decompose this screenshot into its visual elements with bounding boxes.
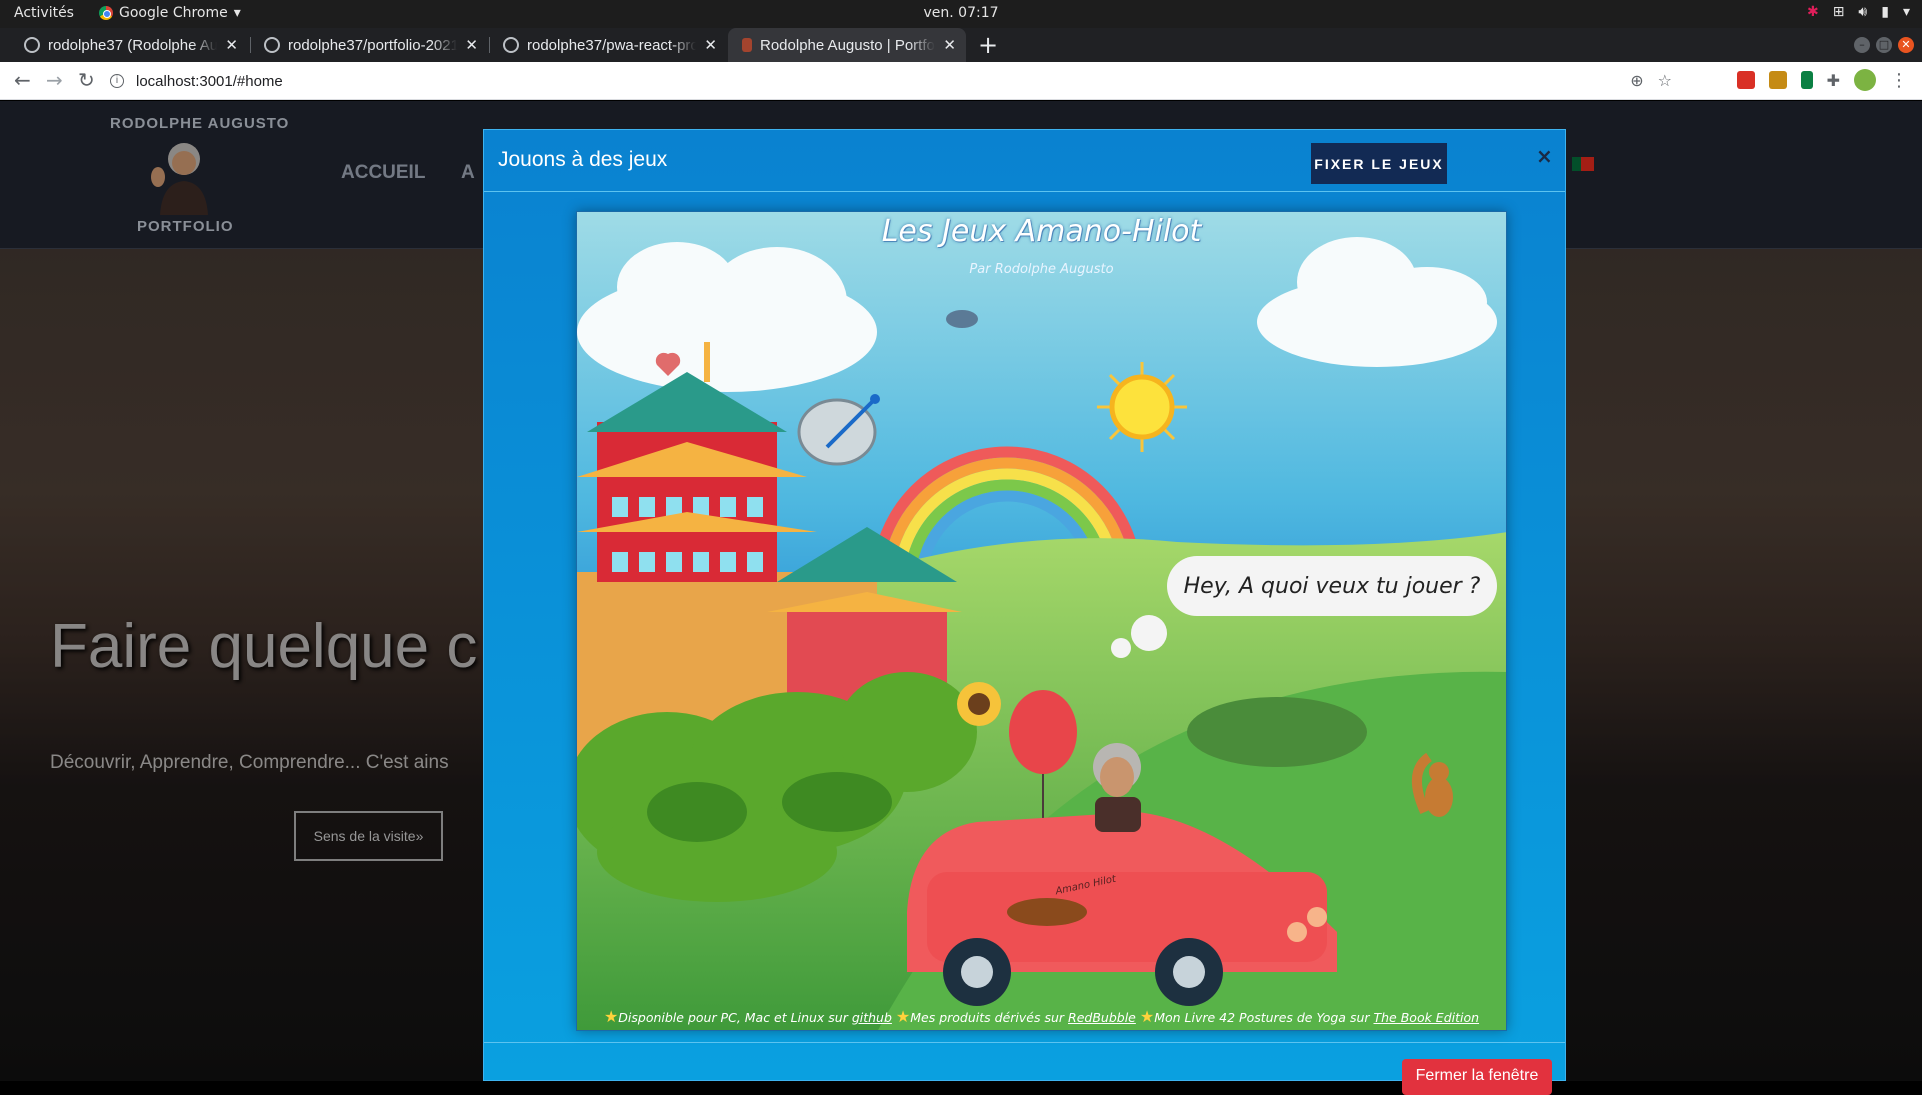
- speech-dot-small: [1111, 638, 1131, 658]
- tab-title: rodolphe37/portfolio-2021: [288, 36, 458, 54]
- github-icon: [24, 37, 40, 53]
- close-icon[interactable]: ✕: [943, 36, 956, 54]
- url-text[interactable]: localhost:3001/#home: [136, 73, 283, 90]
- modal-header: Jouons à des jeux FIXER LE JEUX ×: [484, 130, 1565, 192]
- tab-strip: rodolphe37 (Rodolphe Augusto) ✕ rodolphe…: [0, 28, 1922, 62]
- speech-bubble: Hey, A quoi veux tu jouer ?: [1167, 556, 1497, 616]
- book-edition-link[interactable]: The Book Edition: [1374, 1010, 1480, 1025]
- window-close-icon[interactable]: ✕: [1898, 37, 1914, 53]
- games-modal: Jouons à des jeux FIXER LE JEUX × Les Je…: [483, 129, 1566, 1095]
- tab-title: Rodolphe Augusto | Portfolio: [760, 36, 936, 54]
- game-launcher-illustration[interactable]: Les Jeux Amano-Hilot Par Rodolphe August…: [576, 211, 1507, 1031]
- close-icon[interactable]: ×: [1536, 144, 1553, 168]
- close-icon[interactable]: ✕: [465, 36, 478, 54]
- modal-footer-divider: [484, 1042, 1565, 1043]
- extension-red-icon[interactable]: [1736, 71, 1755, 89]
- tab-title: rodolphe37 (Rodolphe Augusto): [48, 36, 218, 54]
- slack-icon[interactable]: ✱: [1807, 4, 1819, 20]
- profile-avatar[interactable]: [1854, 69, 1876, 91]
- tab-portfolio-repo[interactable]: rodolphe37/portfolio-2021 ✕: [250, 28, 488, 62]
- fix-game-button[interactable]: FIXER LE JEUX: [1311, 143, 1447, 184]
- back-icon[interactable]: ←: [14, 68, 31, 92]
- tab-github-profile[interactable]: rodolphe37 (Rodolphe Augusto) ✕: [10, 28, 248, 62]
- tab-portfolio-active[interactable]: Rodolphe Augusto | Portfolio ✕: [728, 28, 966, 62]
- github-icon: [264, 37, 280, 53]
- forward-icon[interactable]: →: [46, 68, 63, 92]
- system-tray[interactable]: ✱ ⊞ 🔊︎ ▮ ▾: [1807, 4, 1910, 20]
- game-title: Les Jeux Amano-Hilot: [881, 214, 1202, 249]
- minimize-icon[interactable]: –: [1854, 37, 1870, 53]
- game-scene: [577, 212, 1506, 1030]
- window-controls: – □ ✕: [1854, 37, 1914, 53]
- extension-flag-icon[interactable]: [1800, 71, 1813, 89]
- close-icon[interactable]: ✕: [225, 36, 238, 54]
- browser-toolbar: ← → ↻ i localhost:3001/#home ⊕ ☆ ✚ ⋮: [0, 62, 1922, 100]
- puzzle-icon[interactable]: ✚: [1827, 71, 1840, 90]
- battery-icon[interactable]: ▮: [1881, 4, 1889, 20]
- address-bar[interactable]: i localhost:3001/#home: [110, 66, 1688, 96]
- star-icon: ★: [1139, 1007, 1155, 1026]
- network-icon[interactable]: ⊞: [1833, 4, 1845, 20]
- site-favicon-icon: [742, 38, 752, 52]
- new-tab-icon[interactable]: +: [978, 31, 998, 59]
- chevron-down-icon[interactable]: ▾: [1903, 4, 1910, 20]
- star-icon: ★: [603, 1007, 619, 1026]
- modal-title: Jouons à des jeux: [498, 148, 668, 171]
- maximize-icon[interactable]: □: [1876, 37, 1892, 53]
- volume-icon[interactable]: 🔊︎: [1858, 4, 1867, 20]
- system-top-bar: Activités Google Chrome ▾ ven. 07:17 ✱ ⊞…: [0, 0, 1922, 28]
- close-icon[interactable]: ✕: [704, 36, 717, 54]
- bookmark-star-icon[interactable]: ☆: [1658, 71, 1672, 90]
- github-link[interactable]: github: [852, 1010, 892, 1025]
- menu-dots-icon[interactable]: ⋮: [1890, 70, 1908, 91]
- extension-rss-icon[interactable]: [1768, 71, 1787, 89]
- reload-icon[interactable]: ↻: [78, 68, 95, 92]
- extensions-area: ✚ ⋮: [1736, 69, 1908, 91]
- tab-title: rodolphe37/pwa-react-project: [527, 36, 697, 54]
- star-icon: ★: [895, 1007, 911, 1026]
- speech-dot-large: [1131, 615, 1167, 651]
- clock[interactable]: ven. 07:17: [0, 5, 1922, 21]
- github-icon: [503, 37, 519, 53]
- close-window-button[interactable]: Fermer la fenêtre: [1402, 1059, 1552, 1095]
- zoom-icon[interactable]: ⊕: [1630, 71, 1643, 90]
- info-icon[interactable]: i: [110, 74, 124, 88]
- game-byline: Par Rodolphe Augusto: [969, 262, 1114, 277]
- game-footer: ★Disponible pour PC, Mac et Linux sur gi…: [603, 1007, 1480, 1026]
- tab-pwa-repo[interactable]: rodolphe37/pwa-react-project ✕: [489, 28, 727, 62]
- redbubble-link[interactable]: RedBubble: [1068, 1010, 1136, 1025]
